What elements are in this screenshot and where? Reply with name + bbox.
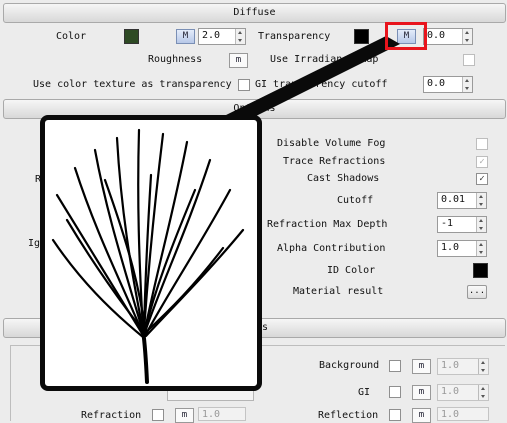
callout-pointer-shape [222,36,400,125]
pine-needle-texture-image [51,128,245,384]
highlight-box [385,22,427,50]
texture-preview-overlay [40,115,262,391]
